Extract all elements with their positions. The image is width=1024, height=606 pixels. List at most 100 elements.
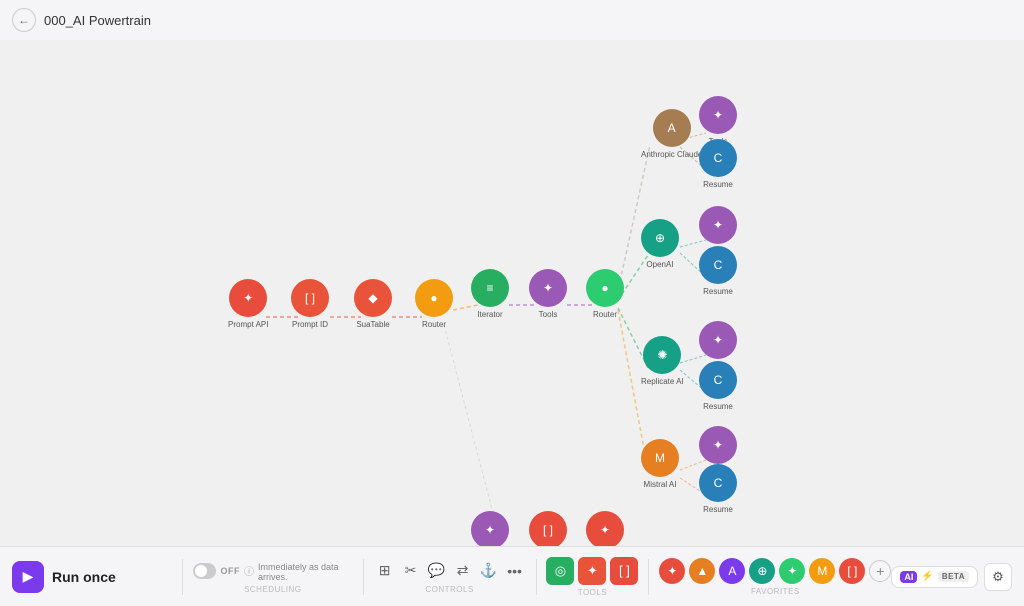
shuffle-icon[interactable]: ⇄ (452, 560, 474, 582)
node-circle-iterator: ≡ (471, 269, 509, 307)
divider-4 (648, 559, 649, 595)
node-label-resume-oai: Resume (703, 287, 733, 297)
node-label-router2: Router (593, 310, 617, 320)
run-button[interactable]: ▶ (12, 561, 44, 593)
node-label-mistral: Mistral AI (644, 480, 677, 490)
node-circle-tools-rep: ✦ (699, 321, 737, 359)
node-icon-anthropic: A (668, 121, 676, 135)
node-adn[interactable]: [ ] ADN (529, 511, 567, 546)
page-title: 000_AI Powertrain (44, 13, 151, 28)
tool-orange-button[interactable]: ✦ (578, 557, 606, 585)
controls-label: CONTROLS (425, 585, 473, 594)
node-suatable[interactable]: ◆ SuaTable (354, 279, 392, 330)
tool-red-button[interactable]: [ ] (610, 557, 638, 585)
node-icon-resume-mis: C (714, 476, 723, 490)
node-icon-mistral: M (655, 451, 665, 465)
node-label-replicate: Replicate AI (641, 377, 684, 387)
node-icon-tools-mis: ✦ (713, 438, 723, 452)
schedule-toggle[interactable] (193, 563, 217, 579)
node-circle-suatable: ◆ (354, 279, 392, 317)
fav-icon-3[interactable]: A (719, 558, 745, 584)
node-resume-rep[interactable]: C Resume (699, 361, 737, 412)
node-icon-replicate: ✺ (657, 348, 667, 362)
fav-icon-6[interactable]: M (809, 558, 835, 584)
back-button[interactable]: ← (12, 8, 36, 32)
back-icon: ← (18, 13, 30, 27)
settings-button[interactable]: ⚙ (984, 563, 1012, 591)
fav-icon-1[interactable]: ✦ (659, 558, 685, 584)
node-iterator[interactable]: ≡ Iterator (471, 269, 509, 320)
node-circle-tools-ant: ✦ (699, 96, 737, 134)
node-circle-prompt-id: [ ] (291, 279, 329, 317)
fav-icon-5[interactable]: ✦ (779, 558, 805, 584)
node-router2[interactable]: ● Router (586, 269, 624, 320)
divider-2 (363, 559, 364, 595)
ai-badge: AI (900, 571, 917, 583)
node-prompt-id[interactable]: [ ] Prompt ID (291, 279, 329, 330)
node-circle-openai: ⊕ (641, 219, 679, 257)
tools-icons-row: ◎ ✦ [ ] (546, 557, 638, 585)
node-resume-ant[interactable]: C Resume (699, 139, 737, 190)
run-section: ▶ Run once (12, 561, 172, 593)
node-prompt-api[interactable]: ✦ Prompt API (228, 279, 268, 330)
node-circle-tools1: ✦ (529, 269, 567, 307)
node-circle-router2: ● (586, 269, 624, 307)
fav-icon-7[interactable]: [ ] (839, 558, 865, 584)
node-resume-mis[interactable]: C Resume (699, 464, 737, 515)
run-label: Run once (52, 569, 116, 585)
node-circle-resume-mis: C (699, 464, 737, 502)
node-anthropic[interactable]: A Anthropic Claude (641, 109, 702, 160)
info-icon: ⓘ (244, 563, 254, 578)
node-icon-resume-oai: C (714, 258, 723, 272)
canvas-area[interactable]: ✦ Prompt API [ ] Prompt ID ◆ SuaTable ● … (0, 40, 1024, 546)
favorites-icons-row: ✦ ▲ A ⊕ ✦ M [ ] + (659, 558, 891, 584)
lightning-icon: ⚡ (921, 571, 933, 582)
node-circle-mistral: M (641, 439, 679, 477)
schedule-section: OFF ⓘ Immediately as data arrives. SCHED… (193, 560, 353, 594)
fav-icon-4[interactable]: ⊕ (749, 558, 775, 584)
node-webhook[interactable]: ✦ Webhook (586, 511, 624, 546)
node-circle-anthropic: A (653, 109, 691, 147)
right-actions: AI ⚡ BETA ⚙ (891, 563, 1012, 591)
node-icon-resume-rep: C (714, 373, 723, 387)
node-icon-tools1: ✦ (543, 281, 553, 295)
fav-icon-2[interactable]: ▲ (689, 558, 715, 584)
node-replicate[interactable]: ✺ Replicate AI (641, 336, 684, 387)
node-label-suatable: SuaTable (356, 320, 389, 330)
node-icon-router2: ● (601, 281, 608, 295)
controls-icons-row: ⊞ ✂ 💬 ⇄ ⚓ ••• (374, 560, 526, 582)
comment-icon[interactable]: 💬 (426, 560, 448, 582)
node-label-resume-ant: Resume (703, 180, 733, 190)
node-resume-oai[interactable]: C Resume (699, 246, 737, 297)
tool-green-button[interactable]: ◎ (546, 557, 574, 585)
node-label-iterator: Iterator (477, 310, 502, 320)
node-icon-tools-rep: ✦ (713, 333, 723, 347)
scissors-icon[interactable]: ✂ (400, 560, 422, 582)
node-openai[interactable]: ⊕ OpenAI (641, 219, 679, 270)
ai-beta-button[interactable]: AI ⚡ BETA (891, 566, 978, 588)
node-circle-webhook: ✦ (586, 511, 624, 546)
node-tools-bot[interactable]: ✦ Tools (471, 511, 509, 546)
more-icon[interactable]: ••• (504, 560, 526, 582)
schedule-label: SCHEDULING (244, 585, 301, 594)
anchor-icon[interactable]: ⚓ (478, 560, 500, 582)
node-circle-tools-oai: ✦ (699, 206, 737, 244)
divider-1 (182, 559, 183, 595)
node-circle-router1: ● (415, 279, 453, 317)
node-label-resume-mis: Resume (703, 505, 733, 515)
bottom-toolbar: ▶ Run once OFF ⓘ Immediately as data arr… (0, 546, 1024, 606)
node-icon-tools-ant: ✦ (713, 108, 723, 122)
node-router1[interactable]: ● Router (415, 279, 453, 330)
favorites-label: FAVORITES (751, 587, 800, 596)
node-tools1[interactable]: ✦ Tools (529, 269, 567, 320)
grid-icon[interactable]: ⊞ (374, 560, 396, 582)
node-label-prompt-api: Prompt API (228, 320, 268, 330)
node-label-openai: OpenAI (646, 260, 673, 270)
node-mistral[interactable]: M Mistral AI (641, 439, 679, 490)
node-icon-iterator: ≡ (486, 281, 493, 295)
add-favorite-button[interactable]: + (869, 560, 891, 582)
node-icon-tools-bot: ✦ (485, 523, 495, 537)
node-icon-webhook: ✦ (600, 523, 610, 537)
settings-icon: ⚙ (992, 569, 1004, 585)
node-icon-tools-oai: ✦ (713, 218, 723, 232)
